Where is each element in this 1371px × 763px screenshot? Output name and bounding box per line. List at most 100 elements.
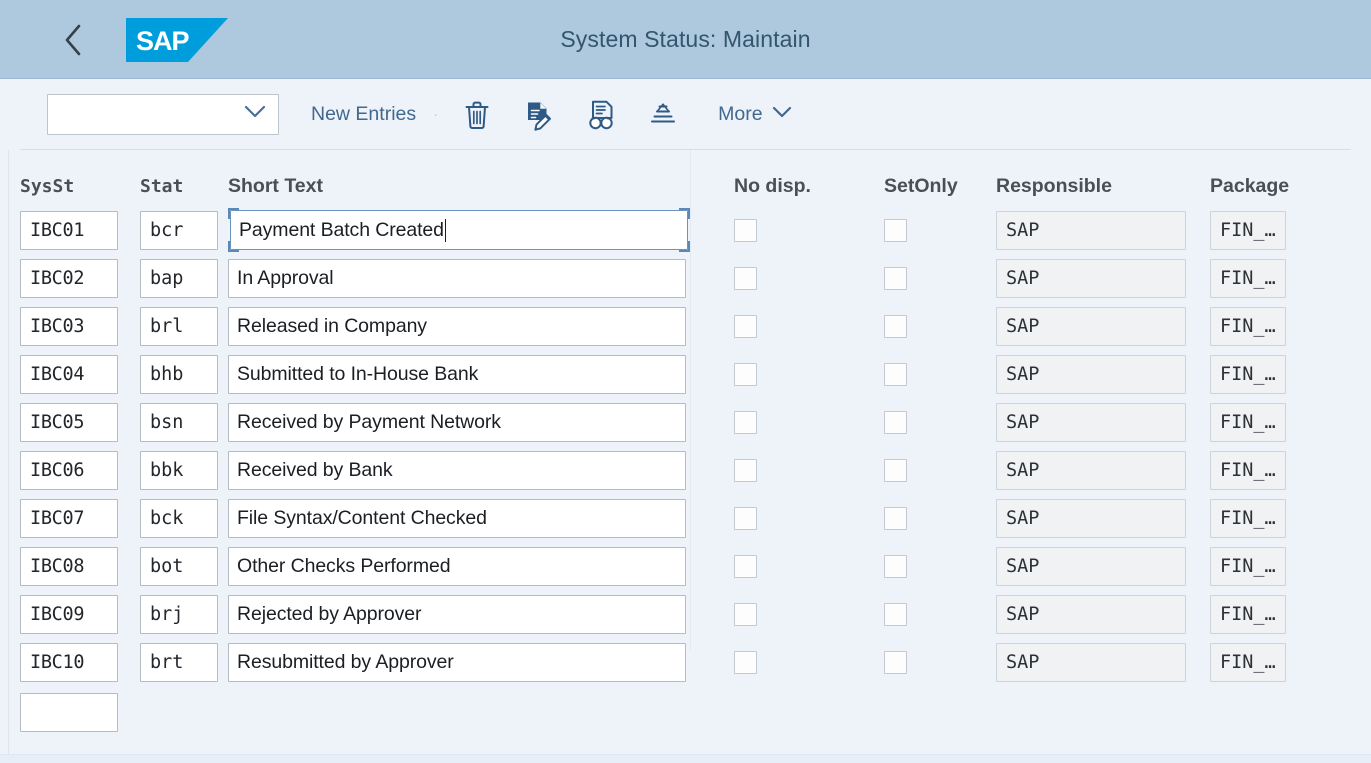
sysst-input[interactable]: IBC03 <box>20 306 118 346</box>
sysst-input[interactable]: IBC08 <box>20 546 118 586</box>
stat-input[interactable]: brt <box>140 642 218 682</box>
table-header-row: SysSt Stat Short Text No disp. SetOnly R… <box>0 150 1371 206</box>
table-row: IBC06 bbk Received by Bank SAP FIN_… <box>0 446 1371 494</box>
set-only-checkbox[interactable] <box>884 506 907 530</box>
set-only-checkbox[interactable] <box>884 314 907 338</box>
sap-logo[interactable]: SAP <box>126 17 228 62</box>
no-disp-checkbox[interactable] <box>734 650 757 674</box>
cell-stat: bot <box>140 546 222 586</box>
short-text-input[interactable]: File Syntax/Content Checked <box>228 498 686 538</box>
cell-no-disp <box>734 218 884 242</box>
back-button[interactable] <box>42 0 104 79</box>
cell-sysst: IBC04 <box>20 354 126 394</box>
package-value: FIN_… <box>1210 306 1286 346</box>
variant-select[interactable] <box>47 94 279 135</box>
layers-button[interactable] <box>640 92 686 138</box>
stat-input[interactable]: bsn <box>140 402 218 442</box>
sysst-input[interactable]: IBC02 <box>20 258 118 298</box>
no-disp-checkbox[interactable] <box>734 314 757 338</box>
sysst-input[interactable]: IBC09 <box>20 594 118 634</box>
short-text-input[interactable]: Resubmitted by Approver <box>228 642 686 682</box>
no-disp-checkbox[interactable] <box>734 602 757 626</box>
package-value: FIN_… <box>1210 546 1286 586</box>
cell-stat: brt <box>140 642 222 682</box>
cell-sysst: IBC10 <box>20 642 126 682</box>
cell-sysst: IBC03 <box>20 306 126 346</box>
cell-set-only <box>884 266 996 290</box>
cell-responsible: SAP <box>996 306 1186 346</box>
display-button[interactable] <box>578 92 624 138</box>
sysst-input[interactable]: IBC07 <box>20 498 118 538</box>
cell-short-text: Received by Bank <box>228 450 686 490</box>
short-text-input[interactable]: Submitted to In-House Bank <box>228 354 686 394</box>
column-header-responsible: Responsible <box>996 174 1112 197</box>
table-row: IBC04 bhb Submitted to In-House Bank SAP FIN… <box>0 350 1371 398</box>
set-only-checkbox[interactable] <box>884 602 907 626</box>
column-header-set-only: SetOnly <box>884 174 958 197</box>
short-text-input[interactable]: Received by Payment Network <box>228 402 686 442</box>
cell-responsible: SAP <box>996 258 1186 298</box>
sysst-input[interactable]: IBC01 <box>20 210 118 250</box>
sysst-input[interactable]: IBC04 <box>20 354 118 394</box>
delete-button[interactable] <box>454 92 500 138</box>
set-only-checkbox[interactable] <box>884 266 907 290</box>
cell-responsible: SAP <box>996 210 1186 250</box>
table-row: IBC10 brt Resubmitted by Approver SAP FIN_… <box>0 638 1371 686</box>
cell-no-disp <box>734 602 884 626</box>
short-text-input[interactable]: Released in Company <box>228 306 686 346</box>
sysst-input[interactable]: IBC06 <box>20 450 118 490</box>
package-value: FIN_… <box>1210 258 1286 298</box>
package-value: FIN_… <box>1210 594 1286 634</box>
new-entries-button[interactable]: New Entries <box>311 104 416 125</box>
stat-input[interactable]: bck <box>140 498 218 538</box>
stat-input[interactable]: brj <box>140 594 218 634</box>
sysst-input[interactable]: IBC10 <box>20 642 118 682</box>
new-entry-sysst-input[interactable] <box>20 692 118 732</box>
stat-input[interactable]: bot <box>140 546 218 586</box>
no-disp-checkbox[interactable] <box>734 410 757 434</box>
cell-stat: brl <box>140 306 222 346</box>
cell-short-text: File Syntax/Content Checked <box>228 498 686 538</box>
short-text-input[interactable]: Other Checks Performed <box>228 546 686 586</box>
sysst-input[interactable]: IBC05 <box>20 402 118 442</box>
cell-responsible: SAP <box>996 354 1186 394</box>
no-disp-checkbox[interactable] <box>734 218 757 242</box>
set-only-checkbox[interactable] <box>884 410 907 434</box>
set-only-checkbox[interactable] <box>884 362 907 386</box>
table-row: IBC08 bot Other Checks Performed SAP FIN_… <box>0 542 1371 590</box>
cell-set-only <box>884 314 996 338</box>
no-disp-checkbox[interactable] <box>734 266 757 290</box>
cell-no-disp <box>734 314 884 338</box>
more-button[interactable]: More <box>718 102 791 125</box>
short-text-input[interactable]: Payment Batch Created <box>230 210 688 250</box>
stat-input[interactable]: bhb <box>140 354 218 394</box>
cell-sysst: IBC01 <box>20 210 126 250</box>
cell-set-only <box>884 458 996 482</box>
cell-set-only <box>884 602 996 626</box>
stat-input[interactable]: bcr <box>140 210 218 250</box>
set-only-checkbox[interactable] <box>884 218 907 242</box>
stat-input[interactable]: bbk <box>140 450 218 490</box>
change-button[interactable] <box>516 92 562 138</box>
cell-responsible: SAP <box>996 450 1186 490</box>
table-row: IBC05 bsn Received by Payment Network SAP FI… <box>0 398 1371 446</box>
set-only-checkbox[interactable] <box>884 458 907 482</box>
responsible-value: SAP <box>996 402 1186 442</box>
short-text-input[interactable]: Received by Bank <box>228 450 686 490</box>
short-text-input[interactable]: In Approval <box>228 258 686 298</box>
column-header-short-text: Short Text <box>228 174 323 197</box>
responsible-value: SAP <box>996 210 1186 250</box>
cell-stat: bbk <box>140 450 222 490</box>
set-only-checkbox[interactable] <box>884 650 907 674</box>
no-disp-checkbox[interactable] <box>734 362 757 386</box>
cell-stat: bsn <box>140 402 222 442</box>
stat-input[interactable]: bap <box>140 258 218 298</box>
set-only-checkbox[interactable] <box>884 554 907 578</box>
cell-package: FIN_… <box>1210 258 1286 298</box>
more-label: More <box>718 102 763 125</box>
no-disp-checkbox[interactable] <box>734 506 757 530</box>
stat-input[interactable]: brl <box>140 306 218 346</box>
short-text-input[interactable]: Rejected by Approver <box>228 594 686 634</box>
no-disp-checkbox[interactable] <box>734 554 757 578</box>
no-disp-checkbox[interactable] <box>734 458 757 482</box>
